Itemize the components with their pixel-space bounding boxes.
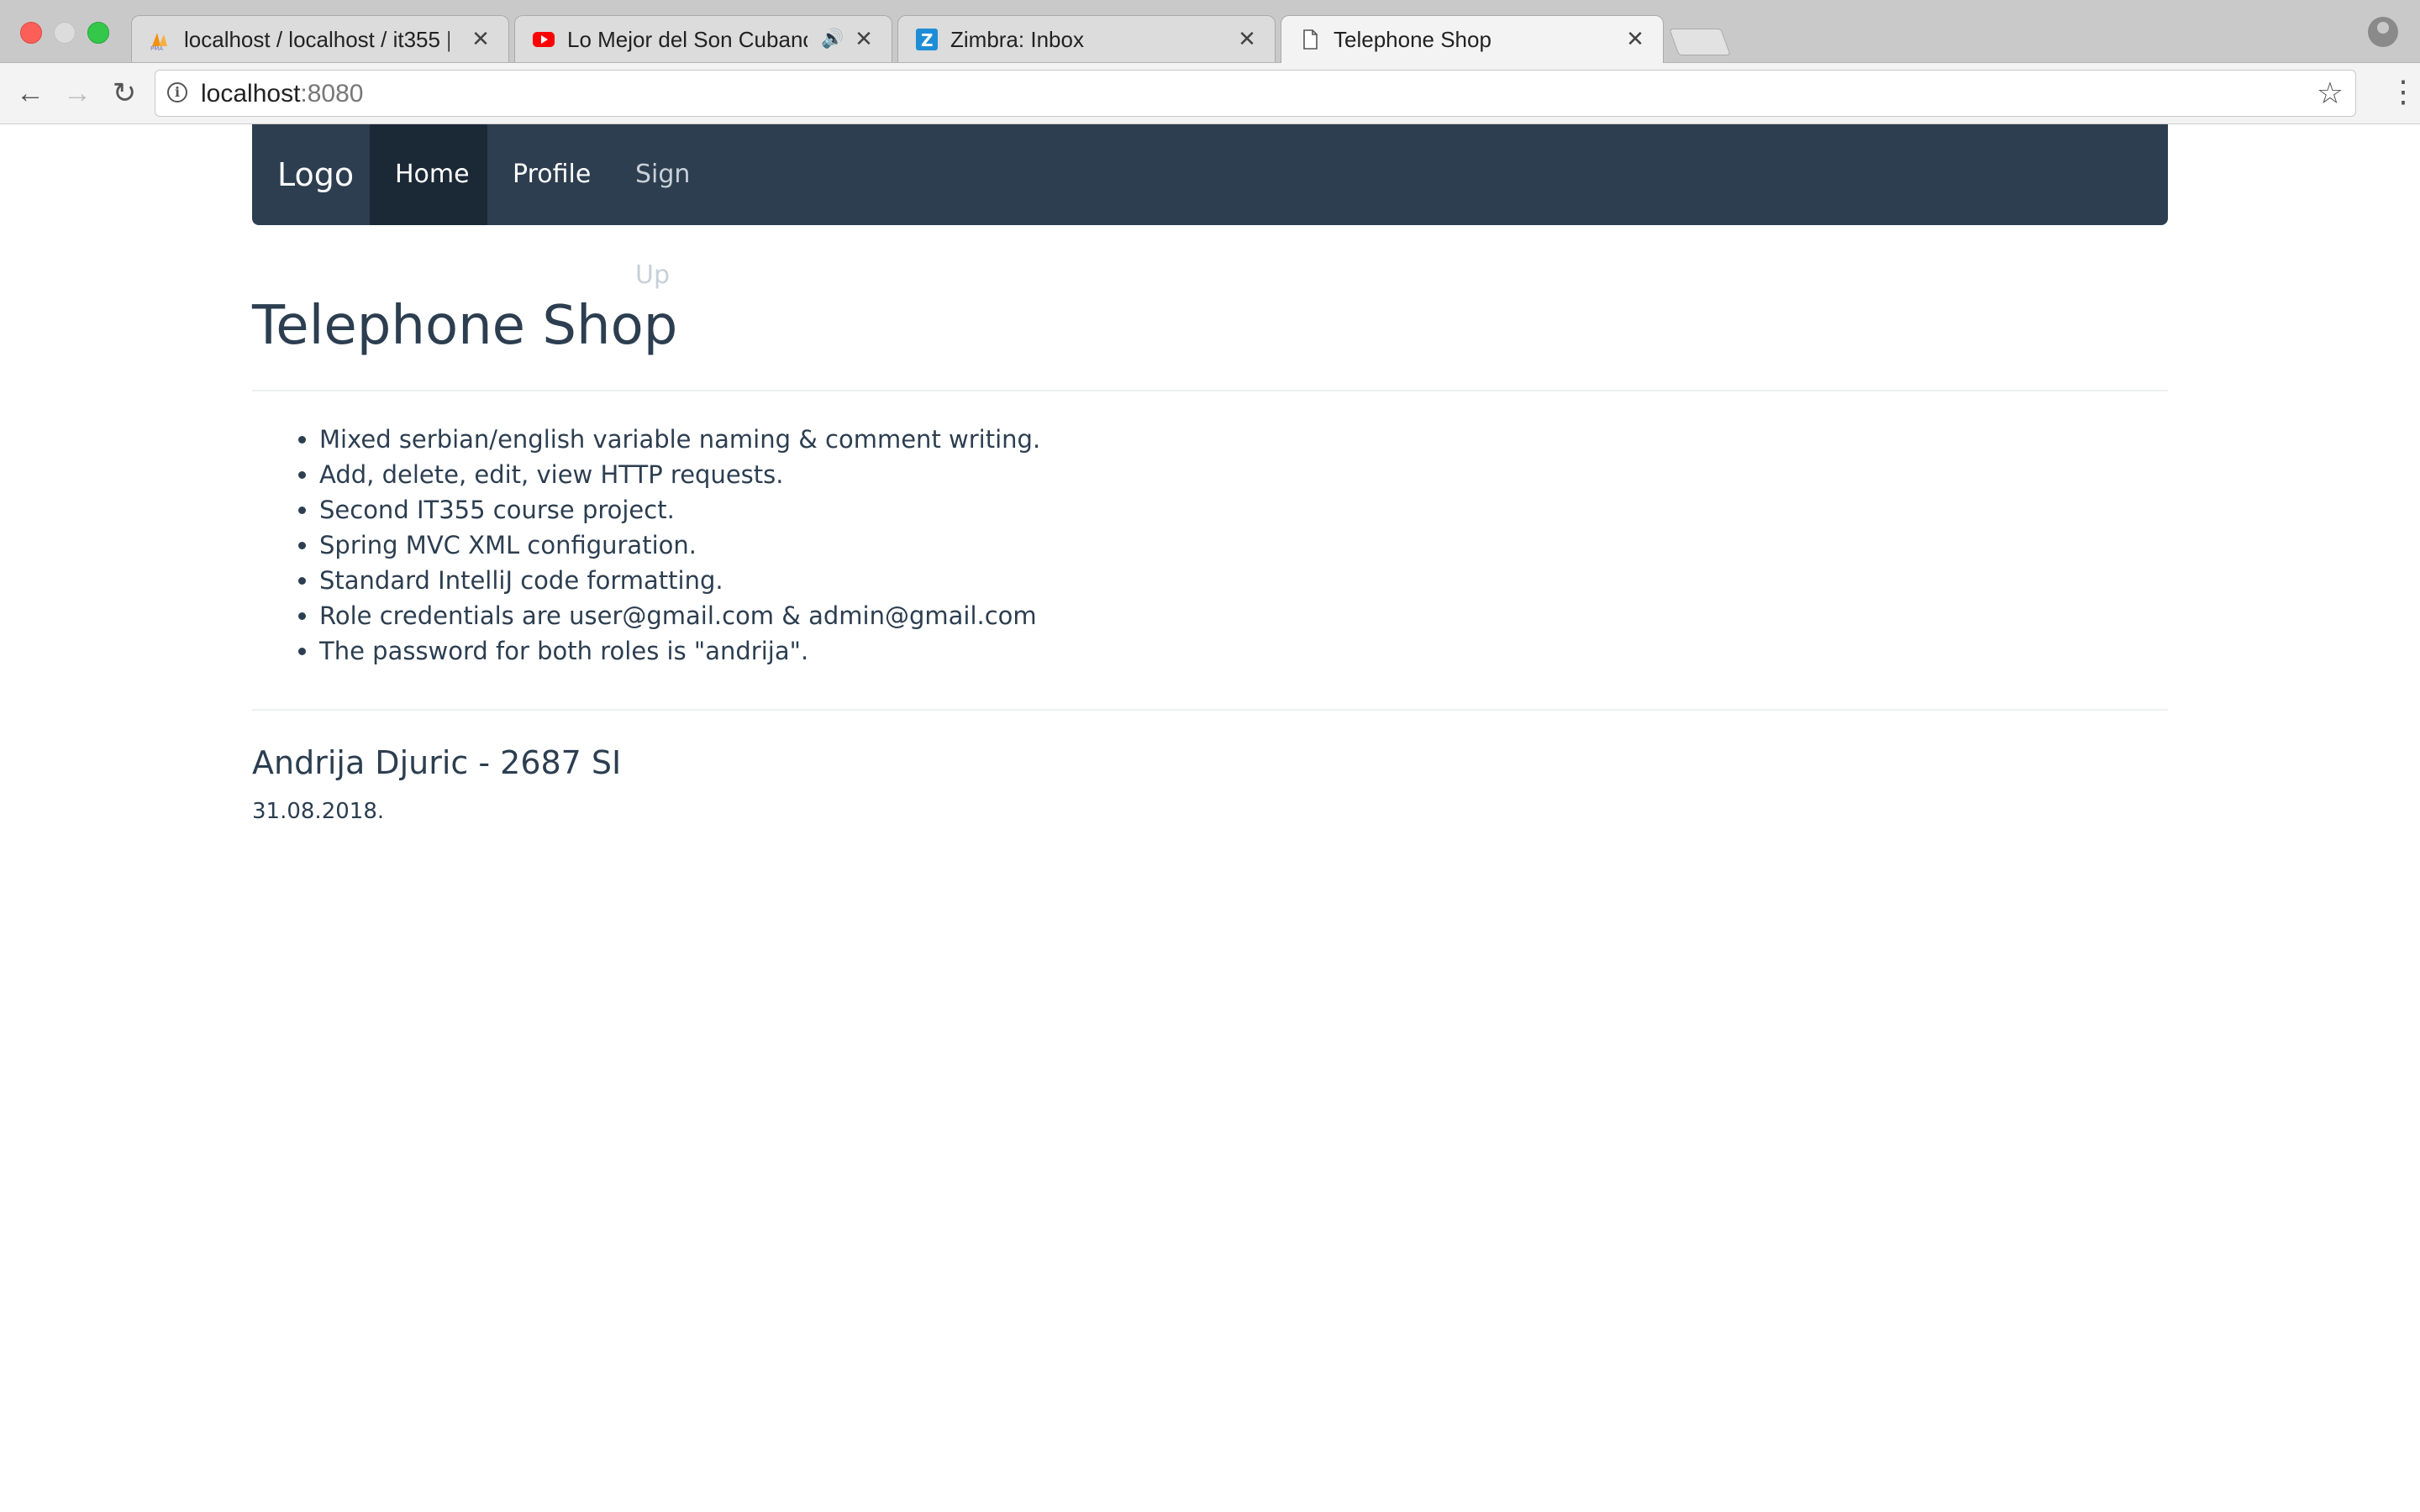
speaker-icon[interactable]: 🔊: [821, 27, 844, 50]
youtube-icon: [532, 28, 555, 51]
page-icon: [1298, 28, 1322, 51]
feature-list: Mixed serbian/english variable naming & …: [252, 422, 1040, 669]
tab-title: Telephone Shop: [1334, 27, 1491, 52]
navbar-brand-logo[interactable]: Logo: [277, 124, 354, 225]
list-item: Add, delete, edit, view HTTP requests.: [319, 457, 1040, 492]
close-icon[interactable]: ✕: [851, 26, 876, 51]
tab-title: localhost / localhost / it355 | p: [184, 27, 450, 52]
close-window-button[interactable]: [20, 22, 42, 44]
forward-arrow-icon[interactable]: →: [59, 75, 96, 112]
site-navbar: Logo Home Profile Sign Up: [252, 124, 2168, 290]
zimbra-icon: Z: [915, 28, 939, 51]
browser-toolbar: ← → ↻ i localhost:8080 ☆ ⋮: [0, 63, 2420, 124]
profile-icon[interactable]: [2368, 17, 2398, 47]
nav-item-sign-up[interactable]: Sign Up: [610, 124, 753, 290]
maximize-window-button[interactable]: [87, 22, 109, 44]
tab-title: Zimbra: Inbox: [950, 27, 1084, 52]
back-arrow-icon[interactable]: ←: [12, 75, 49, 112]
url-host: localhost: [201, 80, 301, 108]
list-item: The password for both roles is "andrija"…: [319, 633, 1040, 669]
svg-text:PMA: PMA: [150, 45, 163, 51]
author-heading: Andrija Djuric - 2687 SI: [252, 744, 622, 781]
tab-zimbra[interactable]: Z Zimbra: Inbox ✕: [897, 15, 1276, 62]
list-item: Role credentials are user@gmail.com & ad…: [319, 598, 1040, 633]
menu-dots-icon[interactable]: ⋮: [2388, 75, 2418, 112]
nav-item-profile[interactable]: Profile: [487, 124, 610, 225]
address-bar[interactable]: i localhost:8080 ☆: [155, 70, 2356, 117]
url-text[interactable]: localhost:8080: [201, 80, 363, 108]
divider: [252, 709, 2168, 711]
list-item: Spring MVC XML configuration.: [319, 528, 1040, 563]
list-item: Second IT355 course project.: [319, 492, 1040, 528]
close-icon[interactable]: ✕: [1623, 26, 1648, 51]
date-text: 31.08.2018.: [252, 799, 385, 824]
reload-icon[interactable]: ↻: [106, 75, 143, 112]
page-title: Telephone Shop: [252, 295, 678, 357]
svg-text:Z: Z: [921, 30, 934, 50]
list-item: Mixed serbian/english variable naming & …: [319, 422, 1040, 457]
info-icon[interactable]: i: [167, 82, 187, 102]
list-item: Standard IntelliJ code formatting.: [319, 563, 1040, 598]
tab-youtube[interactable]: Lo Mejor del Son Cubano 20 🔊 ✕: [514, 15, 892, 62]
divider: [252, 390, 2168, 391]
tab-title: Lo Mejor del Son Cubano 20: [567, 27, 808, 52]
page-content: Logo Home Profile Sign Up Telephone Shop…: [0, 124, 2420, 1512]
browser-chrome: PMA localhost / localhost / it355 | p ✕ …: [0, 0, 2420, 124]
tab-phpmyadmin[interactable]: PMA localhost / localhost / it355 | p ✕: [131, 15, 509, 62]
new-tab-button[interactable]: [1669, 29, 1731, 55]
tab-telephone-shop[interactable]: Telephone Shop ✕: [1281, 15, 1664, 63]
url-port: :8080: [300, 80, 364, 108]
tab-strip: PMA localhost / localhost / it355 | p ✕ …: [0, 0, 2420, 63]
nav-item-home[interactable]: Home: [370, 124, 487, 225]
close-icon[interactable]: ✕: [468, 26, 493, 51]
close-icon[interactable]: ✕: [1234, 26, 1260, 51]
bookmark-star-icon[interactable]: ☆: [2317, 77, 2344, 109]
minimize-window-button[interactable]: [54, 22, 76, 44]
phpmyadmin-icon: PMA: [149, 28, 172, 51]
